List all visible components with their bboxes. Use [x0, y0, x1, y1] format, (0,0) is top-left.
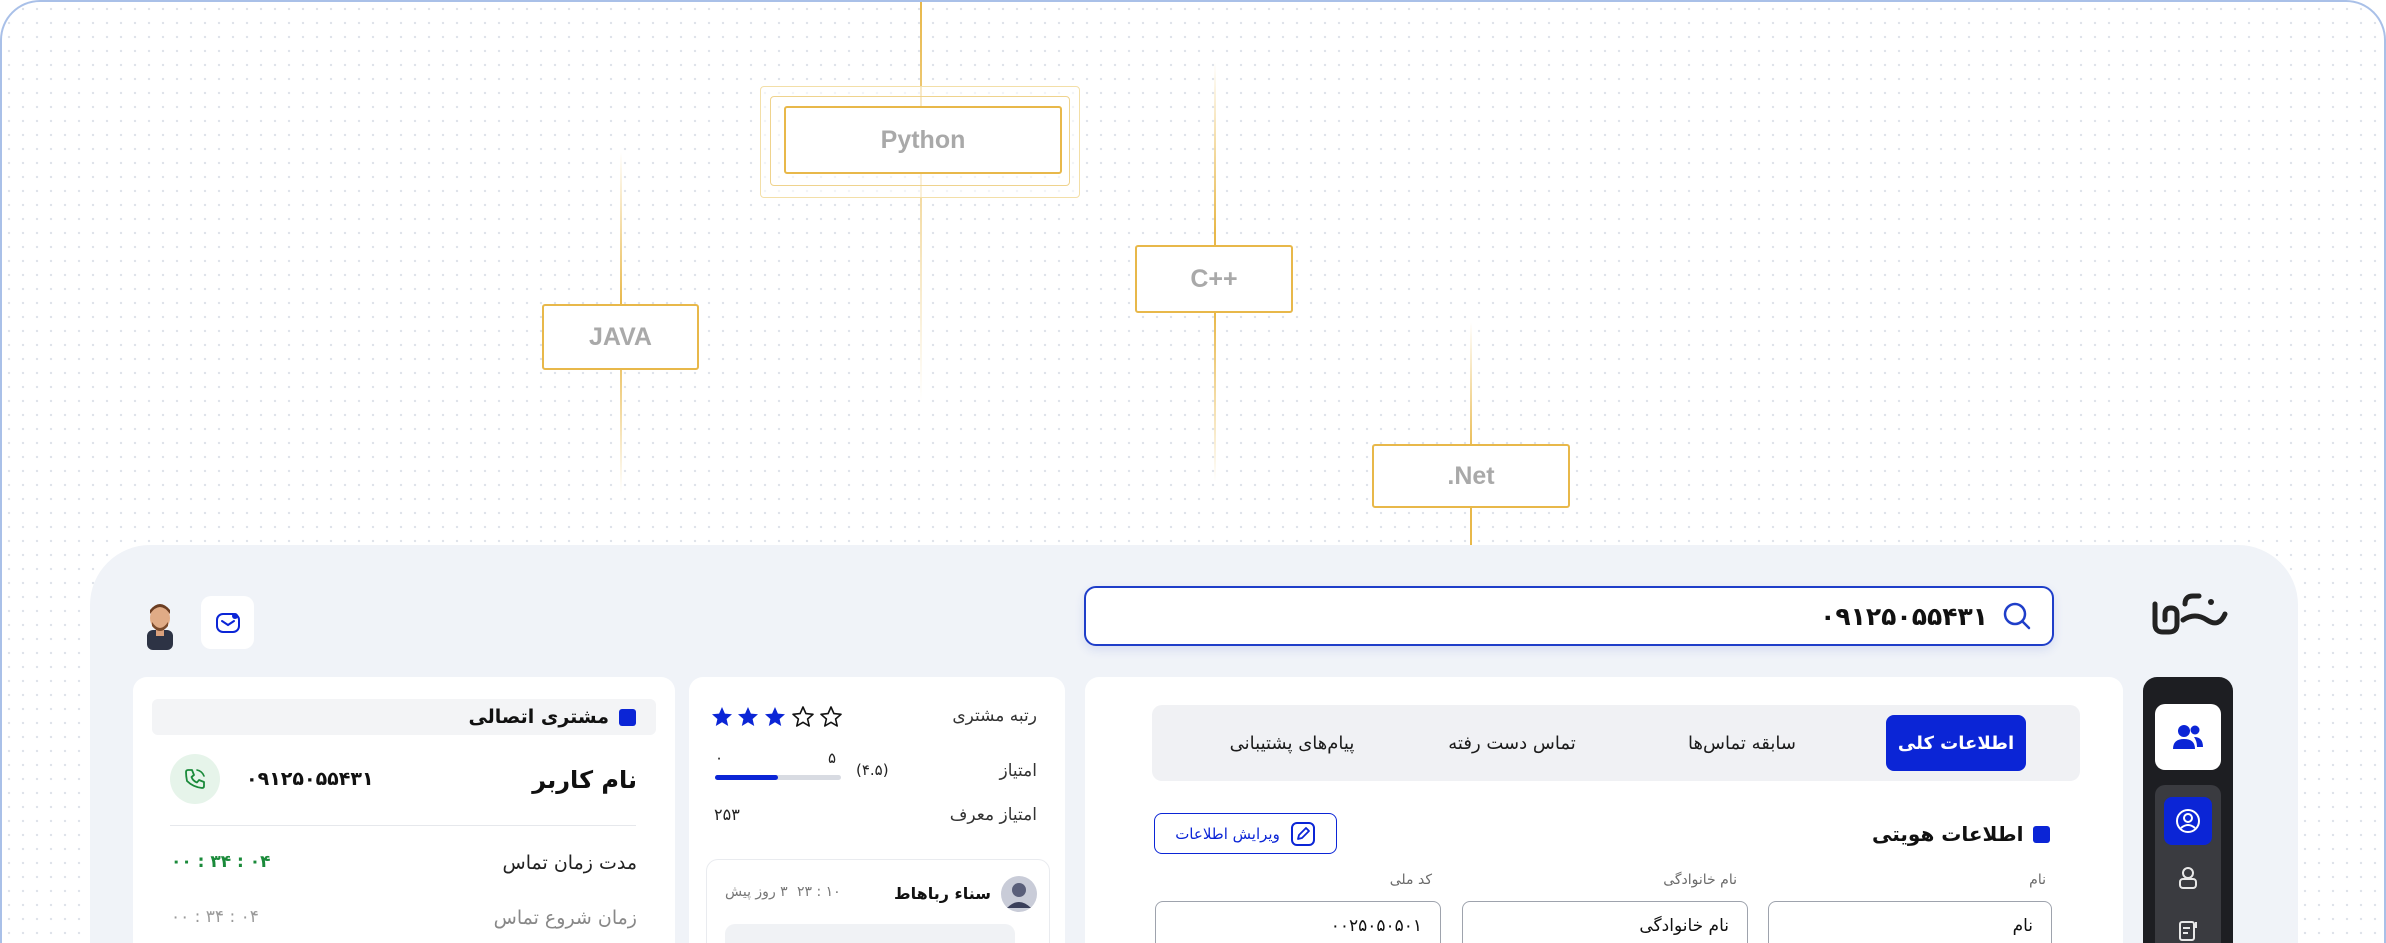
call-start-label: زمان شروع تماس — [493, 907, 637, 929]
agent-message-card[interactable]: سناء رباهاط ۲۳ : ۱۰ ۳ روز پیش — [706, 859, 1050, 943]
referral-score-label: امتیاز معرف — [949, 805, 1037, 825]
customer-name: نام کاربر — [532, 766, 637, 794]
national-id-field[interactable]: ۰۰۲۵۰۵۰۵۰۱ — [1155, 901, 1441, 943]
score-max: ۵ — [828, 749, 837, 767]
tech-node-python: Python — [784, 106, 1062, 174]
tab-missed-calls[interactable]: تماس دست رفته — [1422, 715, 1602, 771]
national-id-label: کد ملی — [1389, 872, 1432, 888]
agent-name: سناء رباهاط — [894, 884, 991, 903]
page-frame: Python C++ JAVA .Net ۰۹۱۲۵۰۵۵۴۳۱ اطلاعات… — [0, 0, 2386, 943]
call-button[interactable] — [170, 754, 220, 804]
tab-support-messages[interactable]: پیام‌های پشتیبانی — [1192, 715, 1392, 771]
agent-time-ago: ۳ روز پیش — [725, 884, 788, 900]
connected-customer-header: مشتری اتصالی — [152, 699, 656, 735]
score-label: امتیاز — [999, 761, 1037, 781]
nav-profile-button[interactable] — [2164, 797, 2212, 845]
tab-call-history[interactable]: سابقه تماس‌ها — [1662, 715, 1822, 771]
referral-score-value: ۲۵۳ — [714, 805, 740, 824]
user-avatar[interactable] — [135, 598, 185, 650]
customer-phone: ۰۹۱۲۵۰۵۵۴۳۱ — [246, 768, 374, 790]
call-start-value: ۰۰ : ۳۴ : ۰۴ — [171, 907, 259, 927]
nav-group — [2155, 785, 2221, 943]
agent-message-preview — [725, 924, 1015, 943]
phone-icon — [185, 769, 205, 789]
tab-bar: اطلاعات کلی سابقه تماس‌ها تماس دست رفته … — [1152, 705, 2080, 781]
search-input[interactable]: ۰۹۱۲۵۰۵۵۴۳۱ — [1820, 602, 1988, 631]
brand-logo — [2152, 593, 2228, 635]
search-bar[interactable]: ۰۹۱۲۵۰۵۵۴۳۱ — [1084, 586, 2054, 646]
first-name-label: نام — [2029, 872, 2046, 888]
contact-icon — [2179, 867, 2197, 889]
tech-node-java: JAVA — [542, 304, 699, 370]
last-name-label: نام خانوادگی — [1663, 872, 1737, 888]
score-value: (۴.۵) — [856, 761, 889, 779]
star-empty-icon — [792, 706, 814, 727]
users-icon — [2173, 725, 2203, 749]
side-nav — [2143, 677, 2233, 943]
section-marker — [2033, 825, 2051, 843]
last-name-field[interactable]: نام خانوادگی — [1462, 901, 1748, 943]
call-duration-label: مدت زمان تماس — [502, 852, 637, 874]
score-progress-bar — [715, 775, 841, 780]
mail-icon — [215, 612, 240, 633]
star-filled-icon — [765, 707, 785, 726]
nav-users-button[interactable] — [2155, 704, 2221, 770]
profile-circle-icon — [2176, 809, 2200, 833]
connector-line — [1470, 322, 1472, 547]
tech-node-dotnet: .Net — [1372, 444, 1570, 508]
agent-time: ۲۳ : ۱۰ — [797, 884, 841, 900]
identity-section-title: اطلاعات هویتی — [1872, 820, 2051, 848]
messages-button[interactable] — [201, 596, 254, 649]
star-filled-icon — [738, 707, 758, 726]
nav-contact-button[interactable] — [2164, 853, 2212, 901]
document-icon — [2179, 921, 2197, 941]
connector-line — [920, 2, 922, 402]
nav-document-button[interactable] — [2164, 907, 2212, 943]
divider — [170, 825, 636, 826]
customer-rank-label: رتبه مشتری — [952, 706, 1037, 726]
identity-title-text: اطلاعات هویتی — [1872, 822, 2024, 846]
tab-general-info[interactable]: اطلاعات کلی — [1886, 715, 2026, 771]
agent-avatar — [1001, 876, 1037, 912]
call-duration-value: ۰۰ : ۳۴ : ۰۴ — [171, 852, 271, 872]
score-min: ۰ — [715, 749, 724, 767]
section-marker — [619, 708, 636, 726]
edit-info-button[interactable]: ویرایش اطلاعات — [1154, 813, 1337, 854]
edit-icon — [1290, 821, 1315, 846]
edit-info-label: ویرایش اطلاعات — [1175, 824, 1280, 843]
tech-node-cpp: C++ — [1135, 245, 1293, 313]
connected-customer-title: مشتری اتصالی — [468, 706, 609, 728]
first-name-field[interactable]: نام — [1768, 901, 2052, 943]
score-progress-fill — [715, 775, 778, 780]
star-empty-icon — [820, 706, 842, 727]
star-filled-icon — [712, 707, 732, 726]
search-icon — [2003, 602, 2031, 630]
